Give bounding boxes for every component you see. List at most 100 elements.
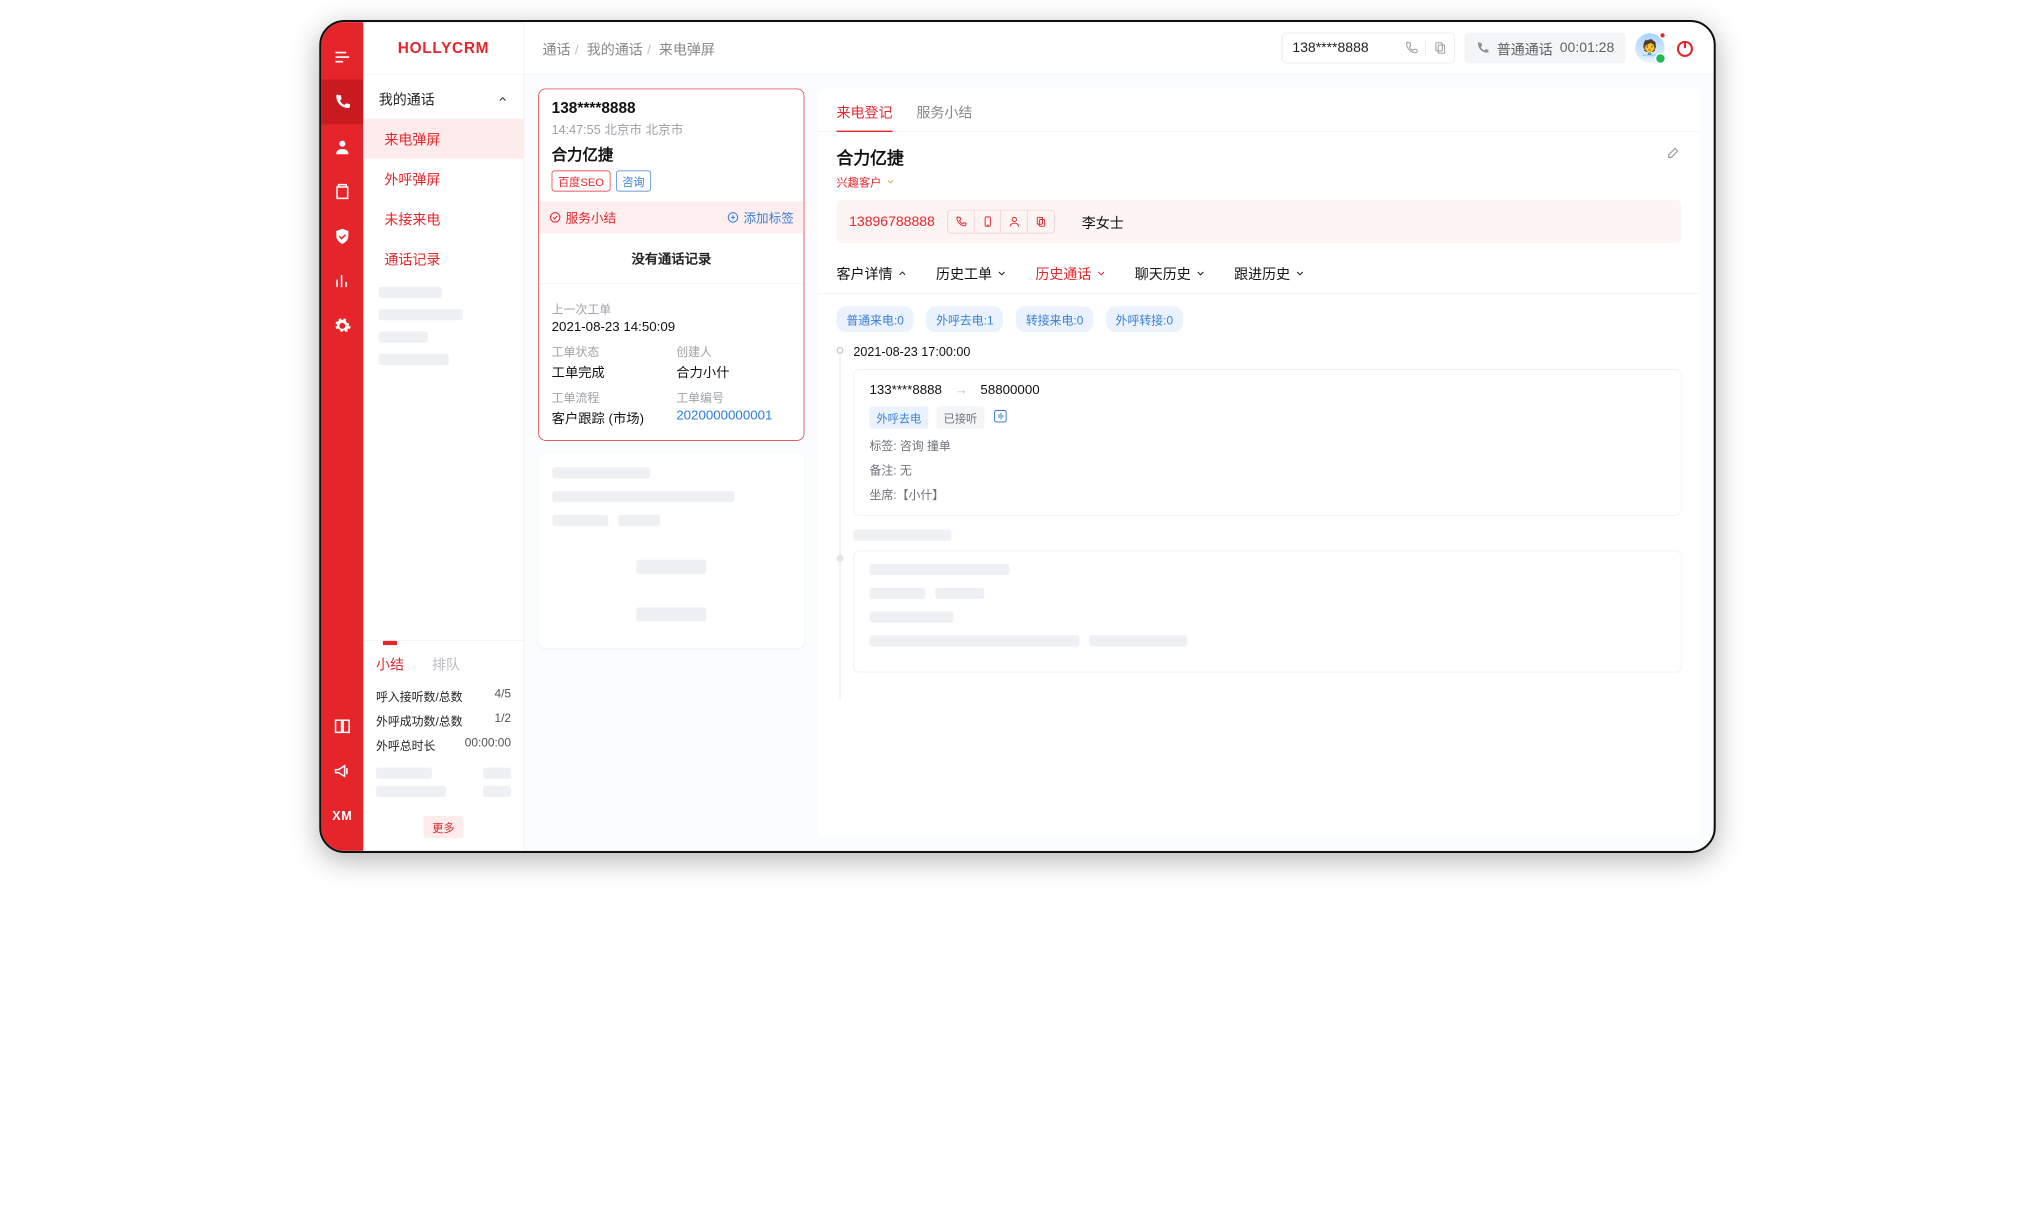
caller-meta: 14:47:55 北京市 北京市 [552, 120, 791, 138]
action-copy-icon[interactable] [1028, 210, 1055, 232]
customer-name: 合力亿捷 [837, 145, 904, 169]
more-button[interactable]: 更多 [424, 816, 463, 838]
stat-duration-value: 00:00:00 [465, 736, 511, 754]
caller-phone: 138****8888 [552, 99, 791, 117]
nav-outgoing-popup[interactable]: 外呼弹屏 [363, 159, 523, 199]
nav-group-label: 我的通话 [379, 89, 435, 109]
rail-megaphone-icon[interactable] [321, 749, 363, 794]
copy-icon[interactable] [1433, 41, 1447, 55]
chip-transfer-in[interactable]: 转接来电:0 [1016, 306, 1093, 332]
check-circle-icon [549, 211, 562, 224]
dtab-history-tickets[interactable]: 历史工单 [936, 263, 1007, 293]
notification-dot-icon [1659, 32, 1666, 39]
tab-incoming-register[interactable]: 来电登记 [837, 101, 893, 131]
call-status-label: 普通通话 [1497, 38, 1553, 58]
bottom-tab-summary[interactable]: 小结 [376, 648, 404, 680]
no-records-label: 没有通话记录 [539, 234, 804, 284]
rail-call-icon[interactable] [321, 80, 363, 125]
menu-icon[interactable] [321, 35, 363, 80]
tl-agent-label: 坐席: [869, 488, 896, 501]
arrow-right-icon: → [955, 383, 968, 398]
action-call-icon[interactable] [948, 210, 975, 232]
main-area: 通话/ 我的通话/ 来电弹屏 普通通话 00:01:28 🧑‍💼 [524, 22, 1713, 851]
badge-answered: 已接听 [937, 406, 985, 428]
chevron-down-icon [1294, 267, 1305, 278]
nav-call-log[interactable]: 通话记录 [363, 238, 523, 278]
chevron-down-icon [996, 267, 1007, 278]
tl-note-value: 无 [900, 464, 912, 477]
waveform-icon[interactable] [993, 408, 1008, 427]
customer-phone: 13896788888 [849, 214, 935, 230]
filter-chips: 普通来电:0 外呼去电:1 转接来电:0 外呼转接:0 [818, 294, 1699, 345]
ticket-status-label: 工单状态 [552, 342, 667, 360]
search-input[interactable] [1292, 40, 1397, 56]
nav-missed-calls[interactable]: 未接来电 [363, 199, 523, 239]
tl-note-label: 备注: [869, 464, 896, 477]
badge-direction: 外呼去电 [869, 406, 928, 428]
tl-tags-label: 标签: [869, 439, 896, 452]
caller-tag-consult: 咨询 [616, 171, 651, 192]
online-dot-icon [1655, 53, 1666, 64]
stat-duration-label: 外呼总时长 [376, 736, 436, 754]
ticket-num-label: 工单编号 [676, 388, 791, 406]
chevron-down-icon [1195, 267, 1206, 278]
breadcrumb: 通话/ 我的通话/ 来电弹屏 [543, 38, 715, 58]
add-tag-button[interactable]: 添加标签 [727, 208, 794, 226]
rail-user-icon[interactable] [321, 124, 363, 169]
chip-outbound[interactable]: 外呼去电:1 [926, 306, 1003, 332]
call-status-pill[interactable]: 普通通话 00:01:28 [1465, 33, 1626, 64]
dtab-followup-history[interactable]: 跟进历史 [1234, 263, 1305, 293]
chevron-up-icon [897, 267, 908, 278]
avatar[interactable]: 🧑‍💼 [1635, 33, 1664, 62]
creator-value: 合力小什 [676, 362, 791, 381]
tab-service-summary[interactable]: 服务小结 [916, 101, 972, 131]
caller-company: 合力亿捷 [552, 143, 791, 165]
nav-incoming-popup[interactable]: 来电弹屏 [363, 119, 523, 159]
nav-group-header[interactable]: 我的通话 [363, 79, 523, 119]
timeline-time: 2021-08-23 17:00:00 [853, 345, 1681, 360]
call-to: 58800000 [980, 383, 1039, 398]
ticket-status-value: 工单完成 [552, 362, 667, 381]
action-user-icon[interactable] [1001, 210, 1028, 232]
brand-logo: HOLLYCRM [363, 22, 523, 75]
caller-tag-seo: 百度SEO [552, 171, 611, 192]
skeleton-timeline-item [853, 551, 1681, 673]
sidebar: HOLLYCRM 我的通话 来电弹屏 外呼弹屏 未接来电 通话记录 小结 排队 … [363, 22, 524, 851]
phone-actions [947, 210, 1055, 234]
action-mobile-icon[interactable] [975, 210, 1002, 232]
chevron-down-icon [886, 177, 896, 187]
flow-label: 工单流程 [552, 388, 667, 406]
chip-inbound[interactable]: 普通来电:0 [837, 306, 914, 332]
stat-inbound-label: 呼入接听数/总数 [376, 687, 463, 705]
contact-name: 李女士 [1082, 211, 1124, 231]
rail-shield-icon[interactable] [321, 214, 363, 259]
edit-button[interactable] [1666, 145, 1681, 164]
chevron-up-icon [497, 93, 508, 104]
chip-transfer-out[interactable]: 外呼转接:0 [1106, 306, 1183, 332]
dtab-history-calls[interactable]: 历史通话 [1035, 263, 1106, 293]
power-button[interactable] [1674, 38, 1695, 59]
phone-icon[interactable] [1404, 41, 1418, 55]
flow-value: 客户跟踪 (市场) [552, 409, 667, 428]
rail-book-icon[interactable] [321, 704, 363, 749]
call-from: 133****8888 [869, 383, 941, 398]
phone-status-icon [1476, 41, 1490, 55]
rail-chart-icon[interactable] [321, 259, 363, 304]
nav-rail: XM [321, 22, 363, 851]
plus-circle-icon [727, 211, 740, 224]
stat-outbound-value: 1/2 [495, 712, 512, 730]
rail-xm-label[interactable]: XM [321, 794, 363, 839]
search-box[interactable] [1282, 33, 1455, 64]
bottom-tab-queue[interactable]: 排队 [432, 648, 460, 680]
dtab-chat-history[interactable]: 聊天历史 [1135, 263, 1206, 293]
dtab-customer-detail[interactable]: 客户详情 [837, 263, 908, 293]
ticket-num-link[interactable]: 2020000000001 [676, 409, 772, 424]
rail-clipboard-icon[interactable] [321, 169, 363, 214]
rail-gear-icon[interactable] [321, 304, 363, 349]
creator-label: 创建人 [676, 342, 791, 360]
call-timeline: 2021-08-23 17:00:00 133****8888 → 588000… [818, 345, 1699, 699]
last-ticket-label: 上一次工单 [552, 299, 791, 317]
customer-type[interactable]: 兴趣客户 [837, 173, 904, 190]
stat-inbound-value: 4/5 [495, 687, 512, 705]
active-call-card: 138****8888 14:47:55 北京市 北京市 合力亿捷 百度SEO … [538, 89, 804, 441]
